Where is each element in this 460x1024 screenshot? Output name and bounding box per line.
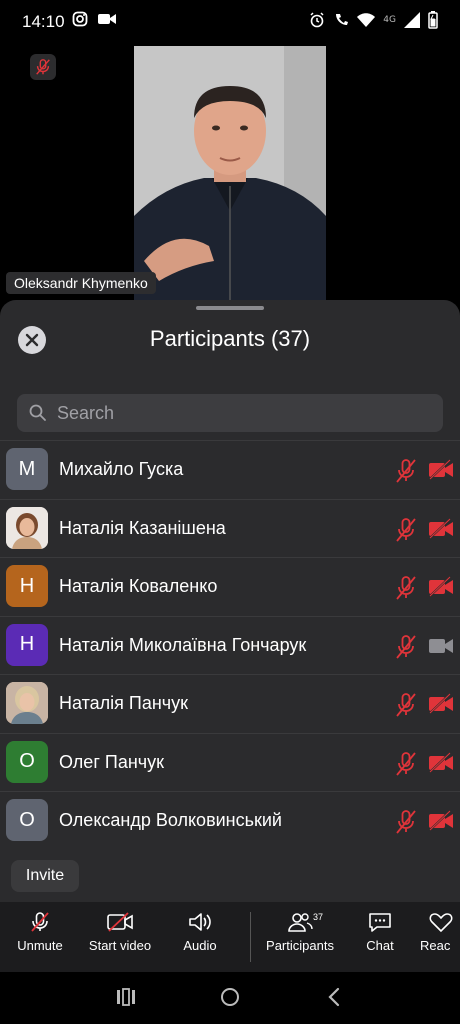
audio-button[interactable]: Audio <box>160 910 240 953</box>
participant-row[interactable]: О Олександр Волковинський <box>0 791 460 849</box>
speaker-figure <box>134 46 326 300</box>
speaker-name-tag: Oleksandr Khymenko <box>6 272 156 294</box>
chat-icon <box>369 913 391 932</box>
alarm-icon <box>310 12 324 28</box>
chat-label: Chat <box>366 938 394 953</box>
avatar <box>6 506 48 549</box>
wifi-call-icon <box>336 14 349 25</box>
chat-button[interactable]: Chat <box>340 910 420 953</box>
video-off-icon <box>428 576 454 603</box>
participants-icon <box>288 913 313 932</box>
instagram-icon <box>72 11 88 27</box>
invite-button[interactable]: Invite <box>11 860 79 892</box>
participants-button[interactable]: 37 Participants <box>260 910 340 953</box>
search-input[interactable] <box>57 394 427 432</box>
avatar <box>6 682 48 724</box>
recent-apps-icon[interactable] <box>116 986 136 1008</box>
status-time: 14:10 <box>22 12 65 31</box>
video-off-icon <box>428 693 454 720</box>
mic-off-icon <box>36 59 50 75</box>
avatar: Н <box>6 565 48 607</box>
meeting-toolbar: Unmute Start video Audio 37 Participants… <box>0 902 460 972</box>
start-video-button[interactable]: Start video <box>80 910 160 953</box>
mic-off-icon <box>394 458 418 489</box>
signal-icon <box>404 12 420 28</box>
mic-off-icon <box>394 809 418 840</box>
self-muted-indicator <box>30 54 56 80</box>
toolbar-divider <box>250 912 251 962</box>
participant-row[interactable]: О Олег Панчук <box>0 732 460 791</box>
unmute-label: Unmute <box>17 938 63 953</box>
avatar: M <box>6 448 48 490</box>
home-icon[interactable] <box>219 986 241 1008</box>
search-box[interactable] <box>17 394 443 432</box>
avatar: О <box>6 740 48 783</box>
status-bar: 14:10 4G <box>0 0 460 44</box>
close-button[interactable] <box>18 326 46 354</box>
mic-off-icon <box>394 575 418 606</box>
heart-icon <box>429 913 453 933</box>
video-area[interactable]: Oleksandr Khymenko <box>0 44 460 300</box>
participant-name: Михайло Гуска <box>59 459 184 479</box>
start-video-label: Start video <box>88 938 152 953</box>
participant-name: Наталія Миколаївна Гончарук <box>59 634 307 655</box>
close-icon <box>25 333 39 347</box>
participant-name: Наталія Коваленко <box>59 576 218 596</box>
system-nav-bar <box>0 972 460 1024</box>
search-icon <box>29 404 46 421</box>
unmute-button[interactable]: Unmute <box>0 910 80 953</box>
network-type-label: 4G <box>383 15 396 25</box>
mic-off-icon <box>31 912 49 932</box>
participant-row[interactable]: Наталія Казанішена <box>0 498 460 557</box>
sheet-title: Participants (37) <box>149 326 311 351</box>
video-off-icon <box>428 751 454 779</box>
participant-row[interactable]: Н Наталія Коваленко <box>0 557 460 615</box>
avatar: Н <box>6 623 48 666</box>
avatar: О <box>6 799 48 841</box>
video-on-icon <box>428 635 454 662</box>
video-off-icon <box>428 459 454 486</box>
sheet-drag-handle[interactable] <box>196 306 264 310</box>
participant-row[interactable]: Наталія Панчук <box>0 674 460 732</box>
participants-count-badge: 37 <box>313 912 324 922</box>
participant-name: Наталія Казанішена <box>59 517 226 538</box>
participant-row[interactable]: M Михайло Гуска <box>0 440 460 498</box>
audio-label: Audio <box>183 938 217 953</box>
mic-off-icon <box>394 517 418 548</box>
participant-name: Олександр Волковинський <box>59 810 282 830</box>
participants-sheet: Participants (37) M Михайло Гуска Наталія … <box>0 300 460 902</box>
mic-off-icon <box>394 692 418 723</box>
mic-off-icon <box>394 634 418 665</box>
participant-name: Олег Панчук <box>59 751 165 772</box>
reactions-button[interactable]: Reac <box>420 910 460 953</box>
participant-row[interactable]: Н Наталія Миколаївна Гончарук <box>0 615 460 674</box>
reactions-label: Reac <box>420 938 451 953</box>
video-off-icon <box>428 517 454 545</box>
participants-label: Participants <box>266 938 334 953</box>
participant-list: M Михайло Гуска Наталія Казанішена Н Наталія… <box>0 440 460 854</box>
wifi-icon <box>357 13 376 27</box>
speaker-icon <box>189 913 211 931</box>
speaker-video <box>134 46 326 300</box>
mic-off-icon <box>394 751 418 782</box>
video-off-icon <box>107 912 133 932</box>
battery-icon <box>428 11 438 29</box>
camera-status-icon <box>98 14 116 24</box>
participant-name: Наталія Панчук <box>59 693 189 713</box>
back-icon[interactable] <box>324 986 344 1008</box>
video-off-icon <box>428 810 454 837</box>
